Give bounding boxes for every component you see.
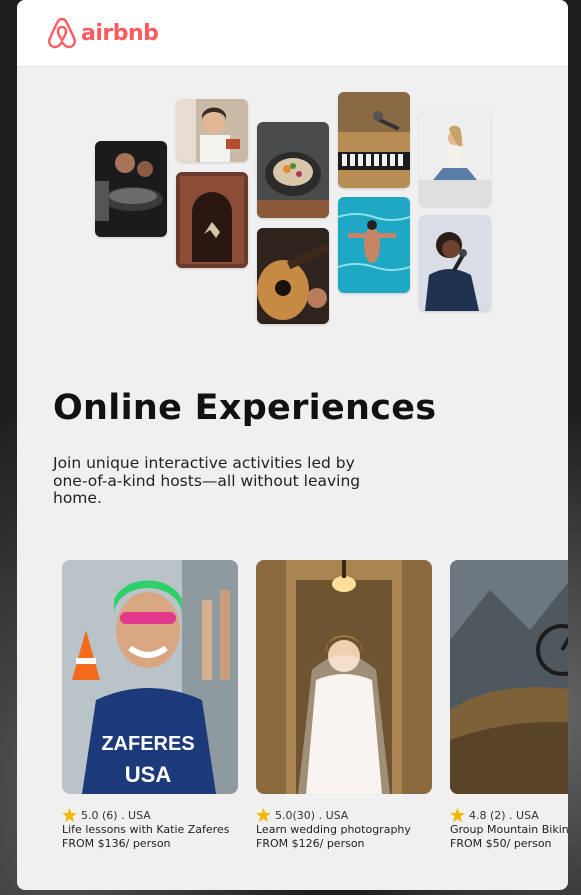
card-title[interactable]: Group Mountain Biking: [450, 823, 568, 836]
card-price: FROM $50/ person: [450, 837, 552, 850]
yoga-meditation-photo: [419, 110, 491, 206]
microphone-keyboard-photo: [338, 92, 410, 188]
rating-text: 5.0(30) . USA: [275, 808, 349, 822]
athlete-photo[interactable]: ZAFERES USA: [62, 560, 238, 794]
host-smiling-photo: [176, 99, 248, 162]
card-price: FROM $126/ person: [256, 837, 365, 850]
star-icon: [256, 808, 271, 822]
rating-row: 4.8 (2) . USA: [450, 808, 568, 822]
cooking-photo: [95, 141, 167, 237]
experience-card[interactable]: 4.8 (2) . USA Group Mountain Biking FROM…: [450, 560, 568, 850]
experience-card[interactable]: 5.0(30) . USA Learn wedding photography …: [256, 560, 432, 850]
rating-row: 5.0(30) . USA: [256, 808, 432, 822]
page-title: Online Experiences: [53, 388, 437, 428]
experience-card[interactable]: ZAFERES USA 5.0 (6) . USA Life lessons w…: [62, 560, 238, 850]
svg-text:USA: USA: [125, 762, 172, 787]
singer-photo: [419, 215, 491, 311]
experience-cards: ZAFERES USA 5.0 (6) . USA Life lessons w…: [62, 560, 568, 860]
bride-photo[interactable]: [256, 560, 432, 794]
card-title[interactable]: Learn wedding photography: [256, 823, 432, 836]
svg-text:ZAFERES: ZAFERES: [101, 733, 194, 755]
star-icon: [62, 808, 77, 822]
page-subtitle: Join unique interactive activities led b…: [53, 454, 361, 507]
mountain-bike-photo[interactable]: [450, 560, 568, 794]
swimmer-pool-photo: [338, 197, 410, 293]
card-price: FROM $136/ person: [62, 837, 171, 850]
rating-text: 4.8 (2) . USA: [469, 808, 539, 822]
main-panel: airbnb Online Experiences Join unique in…: [17, 0, 568, 890]
guitar-photo: [257, 228, 329, 324]
rating-text: 5.0 (6) . USA: [81, 808, 151, 822]
experience-collage: [17, 0, 568, 340]
card-title[interactable]: Life lessons with Katie Zaferes: [62, 823, 238, 836]
rating-row: 5.0 (6) . USA: [62, 808, 238, 822]
star-icon: [450, 808, 465, 822]
food-bowl-photo: [257, 122, 329, 218]
dancer-doorway-photo: [176, 172, 248, 268]
